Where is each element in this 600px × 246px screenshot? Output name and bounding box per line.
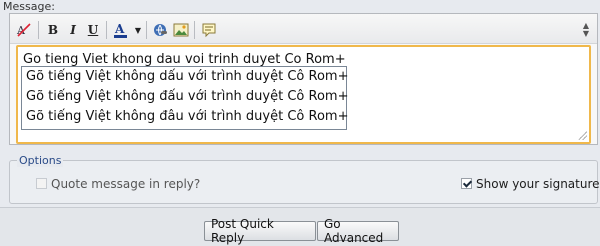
italic-button[interactable]: I [64,21,82,39]
message-editor: A B I U A ▼ ▲ ▼ Go tieng Viet khong dau … [9,13,598,145]
typed-word: Rom+ [305,52,346,67]
message-label: Message: [3,0,55,13]
quote-message-label: Quote message in reply? [51,177,201,191]
typed-word: duyet [243,52,281,67]
remove-format-icon[interactable]: A [15,21,33,39]
resize-editor-icon[interactable]: ▲ ▼ [581,22,591,38]
typed-word: khong [111,52,153,67]
suggestion-item[interactable]: Gõ tiếng Việt không dấu với trình duyệt … [26,69,348,84]
suggestion-item[interactable]: Gõ tiếng Việt không đấu với trình duyệt … [26,89,348,104]
toolbar-separator [106,21,107,39]
font-color-button[interactable]: A [112,21,134,39]
suggestion-dropdown: Gõ tiếng Việt không dấu với trình duyệt … [21,66,348,130]
options-fieldset: Options Quote message in reply? Show you… [9,154,600,204]
typed-word: voi [184,52,205,67]
show-signature-checkbox[interactable] [461,178,472,189]
quote-message-checkbox[interactable] [36,178,47,189]
go-advanced-button[interactable]: Go Advanced [317,217,399,245]
underline-button[interactable]: U [84,21,102,39]
suggestion-item[interactable]: Gõ tiếng Việt không đâu với trình duyệt … [26,109,348,124]
toolbar-separator [146,21,147,39]
typed-word: dau [156,52,181,67]
options-legend: Options [17,154,64,167]
message-textarea[interactable]: Go tieng Viet khong dau voi trinh duyet … [16,45,591,144]
chevron-down-icon[interactable]: ▼ [133,21,143,39]
typed-word: trinh [208,52,239,67]
typed-word: Go [23,52,42,67]
bold-button[interactable]: B [44,21,62,39]
typed-text: Go tieng Viet khong dau voi trinh duyet … [23,52,346,67]
typed-word: Viet [82,52,108,67]
toolbar-separator [194,21,195,39]
typed-word: tieng [45,52,79,67]
quote-icon[interactable] [200,21,218,39]
svg-text:A: A [114,22,125,36]
toolbar-separator [38,21,39,39]
show-signature-label: Show your signature [476,177,600,191]
editor-toolbar: A B I U A ▼ ▲ ▼ [10,14,597,44]
resize-grip-icon[interactable] [577,130,587,140]
typed-word: Co [284,52,302,67]
post-quick-reply-button[interactable]: Post Quick Reply [204,217,316,245]
image-icon[interactable] [172,21,190,39]
link-icon[interactable] [151,21,169,39]
